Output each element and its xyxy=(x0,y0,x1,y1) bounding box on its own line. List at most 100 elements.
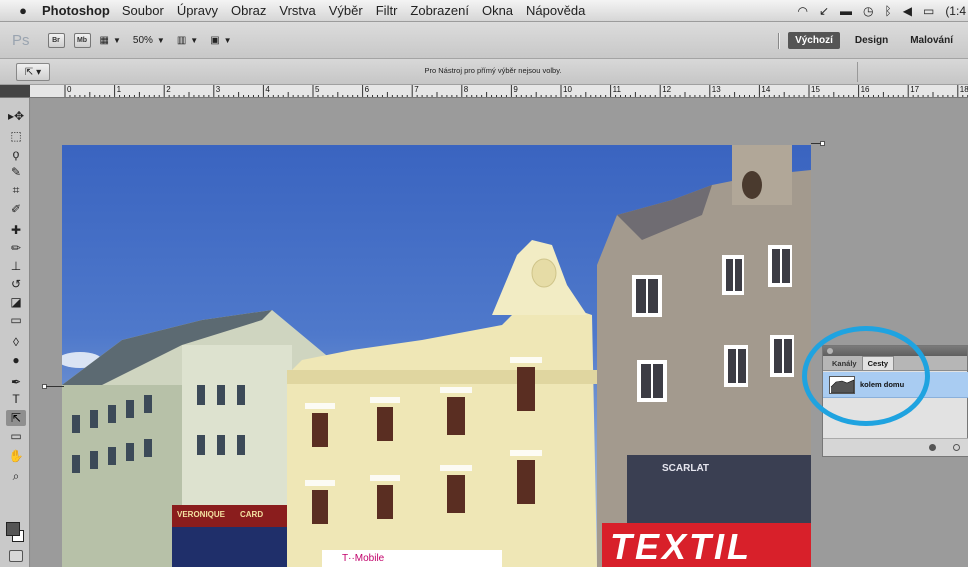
workspace-malovani[interactable]: Malování xyxy=(903,32,960,49)
stroke-path-icon[interactable] xyxy=(953,444,960,451)
menu-upravy[interactable]: Úpravy xyxy=(177,3,218,18)
status-area: ◠ ↙ ▬ ◷ ᛒ ◀ ▭ (1:4 xyxy=(798,0,968,21)
battery-text[interactable]: (1:4 xyxy=(945,4,966,18)
volume-icon[interactable]: ◀ xyxy=(903,4,912,18)
bridge-button[interactable]: Br xyxy=(47,32,65,48)
arrange-documents-dropdown[interactable]: ▥ ▼ xyxy=(177,35,198,46)
shop-sign-card: CARD xyxy=(240,510,264,519)
screen-mode-icon: ▣ xyxy=(210,34,220,46)
menu-bar: ● Photoshop Soubor Úpravy Obraz Vrstva V… xyxy=(0,0,968,22)
menu-vrstva[interactable]: Vrstva xyxy=(279,3,315,18)
workspace-design[interactable]: Design xyxy=(848,32,895,49)
chevron-down-icon: ▼ xyxy=(223,35,232,45)
wifi-icon[interactable]: ◠ xyxy=(798,4,808,18)
display-icon[interactable]: ▬ xyxy=(840,4,852,18)
eyedropper-tool-icon[interactable]: ✐ xyxy=(6,201,26,217)
building-photo-art xyxy=(62,145,811,567)
gradient-tool-icon[interactable]: ▭ xyxy=(6,312,26,328)
panel-footer xyxy=(823,438,968,456)
ruler-label: 5 xyxy=(315,85,320,94)
tools-panel: ▸✥ ⬚ ϙ ✎ ⌗ ✐ ✚ ✏ ⊥ ↺ ◪ ▭ ◊ ● ✒ T ⇱ ▭ ✋ ⌕ xyxy=(0,98,30,567)
shape-tool-icon[interactable]: ▭ xyxy=(6,428,26,444)
minibridge-button[interactable]: Mb xyxy=(73,32,91,48)
ps-logo: Ps xyxy=(12,31,30,49)
zoom-value: 50% xyxy=(132,34,153,46)
workspace-switcher: Výchozí Design Malování xyxy=(778,22,968,59)
zoom-dropdown[interactable]: 50% ▼ xyxy=(133,35,165,46)
ruler-label: 13 xyxy=(711,85,721,94)
divider xyxy=(778,32,781,49)
horizontal-ruler[interactable]: 0 1 2 3 4 5 6 7 8 9 10 11 12 13 14 15 16 17 18 xyxy=(0,85,968,98)
ruler-label: 0 xyxy=(67,85,72,94)
ruler-label: 6 xyxy=(364,85,370,94)
quick-select-tool-icon[interactable]: ✎ xyxy=(6,164,26,180)
battery-icon[interactable]: ▭ xyxy=(923,4,934,18)
ruler-label: 1 xyxy=(116,85,122,94)
textil-banner: TEXTIL xyxy=(610,526,752,567)
eraser-tool-icon[interactable]: ◪ xyxy=(6,294,26,310)
type-tool-icon[interactable]: T xyxy=(6,391,26,407)
mobile-sign: T··Mobile xyxy=(342,553,385,564)
ruler-label: 16 xyxy=(860,85,870,94)
view-extras-dropdown[interactable]: ▦ ▼ xyxy=(100,35,121,46)
timemachine-icon[interactable]: ◷ xyxy=(863,4,873,18)
ruler-label: 17 xyxy=(910,85,920,94)
lasso-tool-icon[interactable]: ϙ xyxy=(6,146,26,162)
ruler-label: 3 xyxy=(215,85,221,94)
phone-icon[interactable]: ↙ xyxy=(819,4,829,18)
path-segment xyxy=(811,143,821,144)
dodge-tool-icon[interactable]: ● xyxy=(6,352,26,368)
zoom-tool-icon[interactable]: ⌕ xyxy=(6,468,26,484)
divider xyxy=(857,62,858,82)
ruler-label: 14 xyxy=(761,85,771,94)
highlight-circle xyxy=(802,326,930,426)
chevron-down-icon: ▼ xyxy=(190,35,199,45)
shop-sign-scarlat: SCARLAT xyxy=(662,463,710,474)
quick-mask-icon[interactable] xyxy=(9,550,23,562)
marquee-tool-icon[interactable]: ⬚ xyxy=(6,128,26,144)
brush-tool-icon[interactable]: ✏ xyxy=(6,240,26,256)
options-bar: ⇱ ▾ Pro Nástroj pro přímý výběr nejsou v… xyxy=(0,59,968,85)
menu-soubor[interactable]: Soubor xyxy=(122,3,164,18)
ruler-label: 7 xyxy=(414,85,419,94)
foreground-color-swatch[interactable] xyxy=(6,522,20,536)
chevron-down-icon: ▼ xyxy=(156,35,165,45)
menu-napoveda[interactable]: Nápověda xyxy=(526,3,585,18)
screen-mode-dropdown[interactable]: ▣ ▼ xyxy=(210,35,231,46)
blur-tool-icon[interactable]: ◊ xyxy=(6,334,26,350)
fill-path-icon[interactable] xyxy=(929,444,936,451)
path-segment xyxy=(46,386,64,387)
bluetooth-icon[interactable]: ᛒ xyxy=(885,4,892,18)
menu-app-name[interactable]: Photoshop xyxy=(42,3,110,18)
hand-tool-icon[interactable]: ✋ xyxy=(6,448,26,464)
ruler-label: 9 xyxy=(513,85,518,94)
menu-okna[interactable]: Okna xyxy=(482,3,513,18)
menu-filtr[interactable]: Filtr xyxy=(376,3,398,18)
healing-brush-tool-icon[interactable]: ✚ xyxy=(6,222,26,238)
menu-zobrazeni[interactable]: Zobrazení xyxy=(410,3,469,18)
menu-obraz[interactable]: Obraz xyxy=(231,3,266,18)
ruler-label: 11 xyxy=(612,85,621,94)
move-tool-icon[interactable]: ▸✥ xyxy=(6,108,26,124)
arrange-icon: ▥ xyxy=(176,34,187,46)
menu-vyber[interactable]: Výběr xyxy=(329,3,363,18)
apple-icon[interactable]: ● xyxy=(12,3,34,18)
ruler-label: 2 xyxy=(166,85,171,94)
ruler-label: 15 xyxy=(811,85,820,94)
ruler-corner[interactable] xyxy=(0,85,30,97)
direct-selection-tool-icon[interactable]: ⇱ xyxy=(6,410,26,426)
ruler-label: 8 xyxy=(463,85,469,94)
ruler-label: 4 xyxy=(265,85,270,94)
crop-tool-icon[interactable]: ⌗ xyxy=(6,182,26,198)
ruler-label: 12 xyxy=(662,85,672,94)
view-extras-icon: ▦ xyxy=(99,34,109,46)
document-photo[interactable]: VERONIQUE CARD SCARLAT T··Mobile TEXTIL xyxy=(62,145,811,567)
clone-stamp-tool-icon[interactable]: ⊥ xyxy=(6,258,26,274)
ruler-label: 10 xyxy=(563,85,572,94)
application-bar: Ps Br Mb ▦ ▼ 50% ▼ ▥ ▼ ▣ ▼ Výchozí Design Ma… xyxy=(0,22,968,59)
pen-tool-icon[interactable]: ✒ xyxy=(6,374,26,390)
workspace-vychozi[interactable]: Výchozí xyxy=(788,32,840,49)
ruler-label: 18 xyxy=(959,85,968,94)
history-brush-tool-icon[interactable]: ↺ xyxy=(6,276,26,292)
shop-sign-veronique: VERONIQUE xyxy=(177,510,226,519)
